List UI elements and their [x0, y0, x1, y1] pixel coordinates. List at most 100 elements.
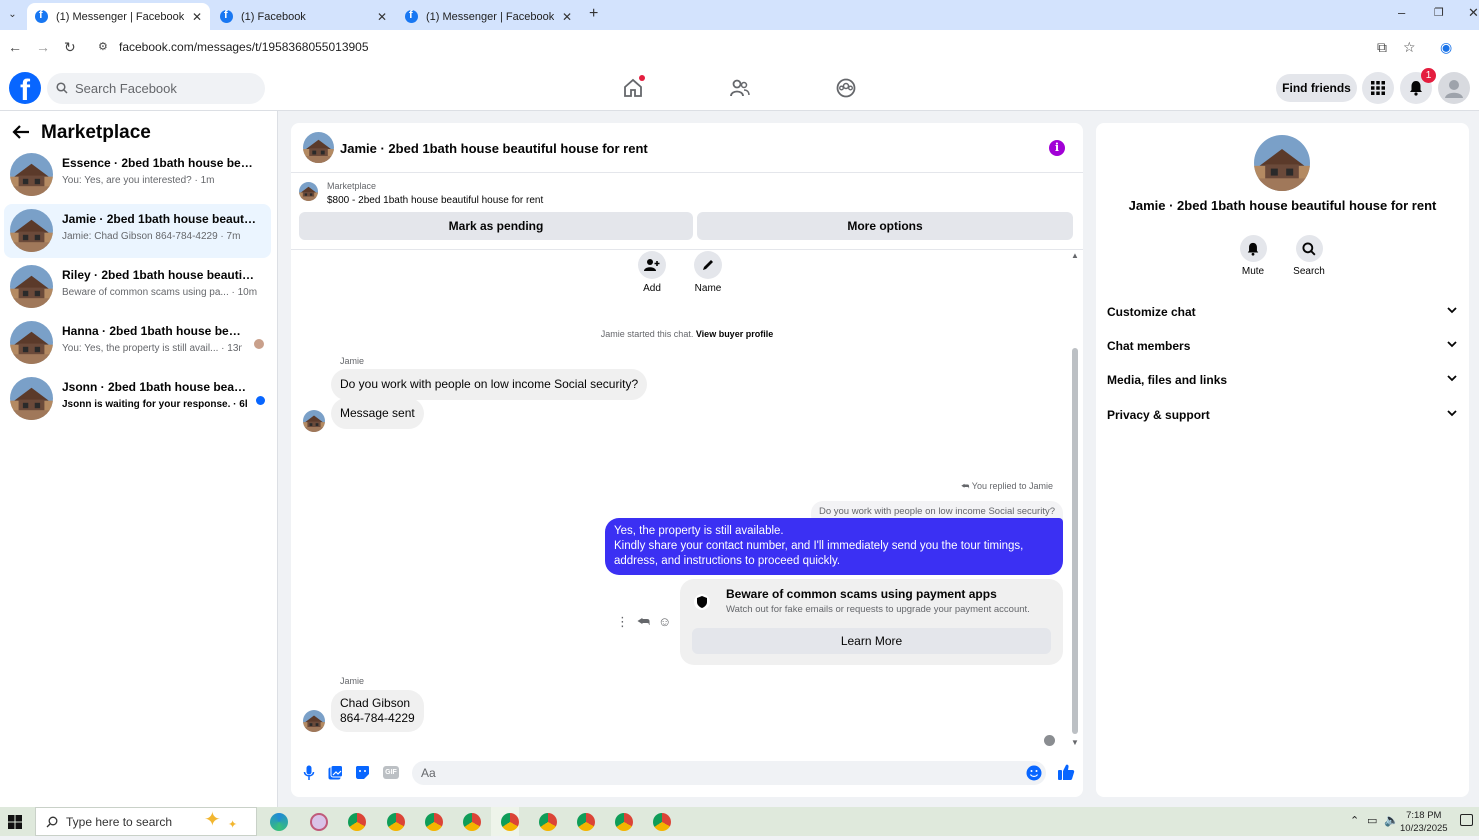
network-icon[interactable]: ▭ — [1367, 814, 1377, 827]
chrome-icon[interactable] — [577, 813, 595, 831]
chrome-icon[interactable] — [463, 813, 481, 831]
copilot-sparkle-icon: ✦ — [204, 809, 221, 831]
friends-nav-icon[interactable] — [729, 77, 751, 99]
chrome-icon[interactable] — [348, 813, 366, 831]
mark-as-pending-button[interactable]: Mark as pending — [299, 212, 693, 240]
chrome-icon[interactable] — [653, 813, 671, 831]
close-tab-icon[interactable]: ✕ — [192, 10, 202, 24]
find-friends-button[interactable]: Find friends — [1276, 74, 1357, 102]
message-actions: ⋮ ⮪ ☺ — [616, 613, 671, 630]
shield-icon — [694, 594, 710, 610]
info-icon[interactable]: i — [1049, 140, 1065, 156]
windows-start-icon[interactable] — [8, 815, 22, 829]
chrome-icon[interactable] — [501, 813, 519, 831]
name-chat-button[interactable]: Name — [688, 251, 728, 294]
back-icon[interactable]: ← — [8, 39, 22, 55]
incoming-message[interactable]: Message sent — [331, 398, 424, 429]
search-in-conversation-button[interactable]: Search — [1289, 235, 1329, 277]
edge-browser-icon[interactable] — [270, 813, 288, 831]
photo-icon[interactable] — [328, 765, 343, 780]
mute-button[interactable]: Mute — [1233, 235, 1273, 277]
reload-icon[interactable]: ↻ — [64, 39, 76, 56]
search-icon — [1302, 241, 1316, 255]
sender-label: Jamie — [340, 356, 365, 366]
install-app-icon[interactable]: ⧉ — [1377, 39, 1387, 56]
conversation-item-hanna[interactable]: Hanna · 2bed 1bath house beautiful house… — [4, 316, 271, 370]
volume-icon[interactable]: 🔈 — [1384, 813, 1399, 827]
emoji-icon[interactable] — [1026, 765, 1042, 781]
bookmark-star-icon[interactable]: ☆ — [1403, 39, 1416, 56]
customize-chat-section[interactable]: Customize chat — [1107, 305, 1457, 319]
profile-icon[interactable]: ◉ — [1440, 39, 1452, 56]
react-emoji-icon[interactable]: ☺ — [658, 614, 671, 629]
view-buyer-profile-link[interactable]: View buyer profile — [696, 329, 773, 339]
sender-avatar — [303, 710, 325, 732]
home-notification-dot — [639, 75, 645, 81]
facebook-logo-icon[interactable]: f — [9, 72, 41, 104]
chrome-icon[interactable] — [615, 813, 633, 831]
forward-icon[interactable]: → — [36, 39, 50, 55]
learn-more-button[interactable]: Learn More — [692, 628, 1051, 654]
microphone-icon[interactable] — [303, 765, 315, 781]
back-arrow-icon[interactable] — [12, 125, 30, 139]
scam-warning-card: Beware of common scams using payment app… — [680, 579, 1063, 665]
chrome-icon[interactable] — [539, 813, 557, 831]
menu-grid-icon[interactable] — [1362, 72, 1394, 104]
chat-header-name[interactable]: Jamie · 2bed 1bath house beautiful house… — [340, 141, 648, 156]
chat-header-avatar[interactable] — [303, 132, 334, 163]
browser-tab-1[interactable]: (1) Messenger | Facebook ✕ — [27, 3, 210, 30]
chat-scrollbar[interactable]: ▲ ▼ — [1071, 251, 1079, 749]
minimize-icon[interactable]: – — [1398, 5, 1405, 20]
message-input[interactable]: Aa — [412, 761, 1046, 785]
browser-tab-2[interactable]: (1) Facebook ✕ — [212, 3, 395, 30]
reply-icon[interactable]: ⮪ — [637, 613, 650, 630]
close-tab-icon[interactable]: ✕ — [377, 10, 387, 24]
url-field[interactable]: ⚙ facebook.com/messages/t/19583680550139… — [90, 34, 1430, 60]
notification-center-icon[interactable] — [1460, 814, 1473, 826]
tab-list-icon[interactable]: ⌄ — [4, 6, 21, 23]
scrollbar-thumb[interactable] — [1072, 348, 1078, 734]
chat-info-avatar[interactable] — [1254, 135, 1310, 191]
incoming-message[interactable]: Do you work with people on low income So… — [331, 369, 648, 400]
groups-nav-icon[interactable] — [835, 77, 857, 99]
browser-tab-3[interactable]: (1) Messenger | Facebook ✕ — [397, 3, 580, 30]
conversation-item-riley[interactable]: Riley · 2bed 1bath house beautiful house… — [4, 260, 271, 314]
sidebar-title: Marketplace — [41, 122, 151, 143]
site-info-icon[interactable]: ⚙ — [98, 34, 108, 60]
chat-info-panel: Jamie · 2bed 1bath house beautiful house… — [1096, 123, 1469, 797]
thumbs-up-icon[interactable] — [1057, 763, 1075, 781]
gif-icon[interactable]: GIF — [383, 766, 399, 779]
browser-tab-bar: ⌄ (1) Messenger | Facebook ✕ (1) Faceboo… — [0, 0, 1479, 30]
show-hidden-icons[interactable]: ⌃ — [1350, 814, 1359, 827]
conversation-item-essence[interactable]: Essence · 2bed 1bath house beautiful hou… — [4, 148, 271, 202]
more-options-button[interactable]: More options — [697, 212, 1073, 240]
conversation-avatar — [10, 377, 53, 420]
snipping-tool-icon[interactable] — [310, 813, 328, 831]
home-nav-icon[interactable] — [622, 75, 645, 99]
add-member-button[interactable]: Add — [632, 251, 672, 294]
chrome-icon[interactable] — [387, 813, 405, 831]
search-facebook-input[interactable]: Search Facebook — [47, 73, 265, 104]
conversation-avatar — [10, 265, 53, 308]
new-tab-icon[interactable]: + — [589, 5, 598, 23]
listing-thumbnail — [299, 182, 318, 201]
close-tab-icon[interactable]: ✕ — [562, 10, 572, 24]
taskbar-clock[interactable]: 7:18 PM 10/23/2025 — [1400, 809, 1448, 835]
chrome-icon[interactable] — [425, 813, 443, 831]
taskbar-search-input[interactable]: Type here to search ✦ ✦ — [35, 807, 257, 836]
restore-icon[interactable]: ❐ — [1434, 6, 1444, 19]
media-files-links-section[interactable]: Media, files and links — [1107, 373, 1457, 387]
outgoing-message[interactable]: Yes, the property is still available. Ki… — [605, 518, 1063, 575]
message-composer: GIF Aa — [291, 757, 1083, 797]
close-window-icon[interactable]: ✕ — [1468, 5, 1479, 21]
more-actions-icon[interactable]: ⋮ — [616, 614, 629, 630]
privacy-support-section[interactable]: Privacy & support — [1107, 408, 1457, 422]
sticker-icon[interactable] — [355, 765, 370, 780]
account-avatar[interactable] — [1438, 72, 1470, 104]
conversation-item-jamie[interactable]: Jamie · 2bed 1bath house beautiful house… — [4, 204, 271, 258]
scroll-up-icon[interactable]: ▲ — [1071, 251, 1079, 260]
incoming-message[interactable]: Chad Gibson 864-784-4229 — [331, 690, 424, 732]
chat-members-section[interactable]: Chat members — [1107, 339, 1457, 353]
conversation-item-jsonn[interactable]: Jsonn · 2bed 1bath house beautiful house… — [4, 372, 271, 426]
scroll-down-icon[interactable]: ▼ — [1071, 738, 1079, 747]
